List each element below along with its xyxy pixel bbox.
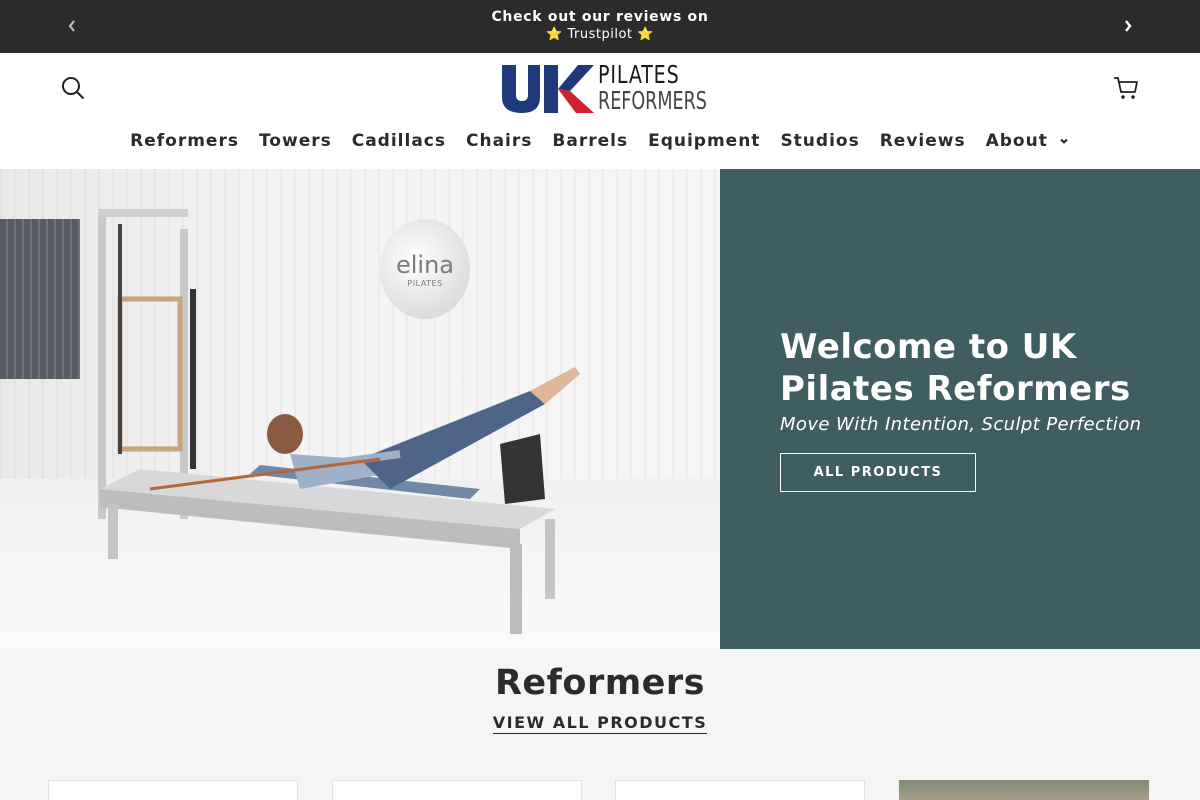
- nav-label: Equipment: [648, 131, 761, 151]
- cart-button[interactable]: [1112, 75, 1140, 101]
- product-card[interactable]: [48, 780, 298, 800]
- hero-panel: Welcome to UK Pilates Reformers Move Wit…: [720, 169, 1200, 649]
- search-button[interactable]: [60, 75, 86, 101]
- main-nav: Reformers Towers Cadillacs Chairs Barrel…: [0, 131, 1200, 151]
- search-icon: [62, 77, 84, 99]
- hero-title: Welcome to UK Pilates Reformers: [780, 327, 1131, 409]
- nav-item-cadillacs[interactable]: Cadillacs: [342, 131, 456, 151]
- nav-item-barrels[interactable]: Barrels: [542, 131, 638, 151]
- announcement-line1: Check out our reviews on: [491, 9, 709, 25]
- all-products-button[interactable]: ALL PRODUCTS: [780, 453, 976, 492]
- reformer-illustration: [98, 209, 580, 634]
- nav-item-chairs[interactable]: Chairs: [456, 131, 542, 151]
- nav-label: Reformers: [130, 131, 239, 151]
- section-heading: Reformers: [494, 663, 706, 703]
- nav-label: Cadillacs: [351, 131, 446, 151]
- cart-icon: [1114, 77, 1138, 99]
- nav-item-reformers[interactable]: Reformers: [120, 131, 249, 151]
- view-all-products-link[interactable]: VIEW ALL PRODUCTS: [492, 713, 708, 734]
- nav-item-equipment[interactable]: Equipment: [638, 131, 770, 151]
- site-header: PILATES REFORMERS Reformers Towers Cadil…: [0, 53, 1200, 169]
- product-card[interactable]: [332, 780, 582, 800]
- nav-item-about[interactable]: About: [976, 131, 1080, 151]
- product-card[interactable]: [615, 780, 865, 800]
- product-cards: [48, 780, 1152, 800]
- announcement-next-button[interactable]: [1116, 12, 1140, 40]
- nav-item-reviews[interactable]: Reviews: [870, 131, 976, 151]
- site-logo[interactable]: PILATES REFORMERS: [500, 61, 707, 117]
- reformers-section: Reformers VIEW ALL PRODUCTS: [0, 649, 1200, 800]
- announcement-message[interactable]: Check out our reviews on ⭐ Trustpilot ⭐: [0, 9, 1200, 43]
- nav-label: Studios: [780, 131, 860, 151]
- hero-subtitle: Move With Intention, Sculpt Perfection: [780, 414, 1142, 435]
- logo-text: PILATES REFORMERS: [598, 62, 738, 114]
- nav-label: Chairs: [466, 131, 533, 151]
- chevron-down-icon: [1060, 138, 1068, 144]
- nav-label: About: [985, 131, 1048, 151]
- nav-item-towers[interactable]: Towers: [249, 131, 342, 151]
- announcement-bar: Check out our reviews on ⭐ Trustpilot ⭐: [0, 0, 1200, 53]
- nav-label: Barrels: [552, 131, 629, 151]
- hero-image: elina PILATES: [0, 169, 720, 649]
- hero-banner: elina PILATES Welcome to UK Pilates Refo…: [0, 169, 1200, 649]
- nav-label: Towers: [258, 131, 332, 151]
- nav-label: Reviews: [879, 131, 966, 151]
- announcement-line2: ⭐ Trustpilot ⭐: [546, 27, 654, 42]
- chevron-right-icon: [1125, 20, 1132, 32]
- nav-item-studios[interactable]: Studios: [770, 131, 869, 151]
- logo-line2: REFORMERS: [598, 86, 707, 115]
- product-card[interactable]: [899, 780, 1149, 800]
- logo-mark: [502, 65, 594, 113]
- logo-line1: PILATES: [598, 60, 680, 89]
- view-all-link-wrap: VIEW ALL PRODUCTS: [0, 713, 1200, 734]
